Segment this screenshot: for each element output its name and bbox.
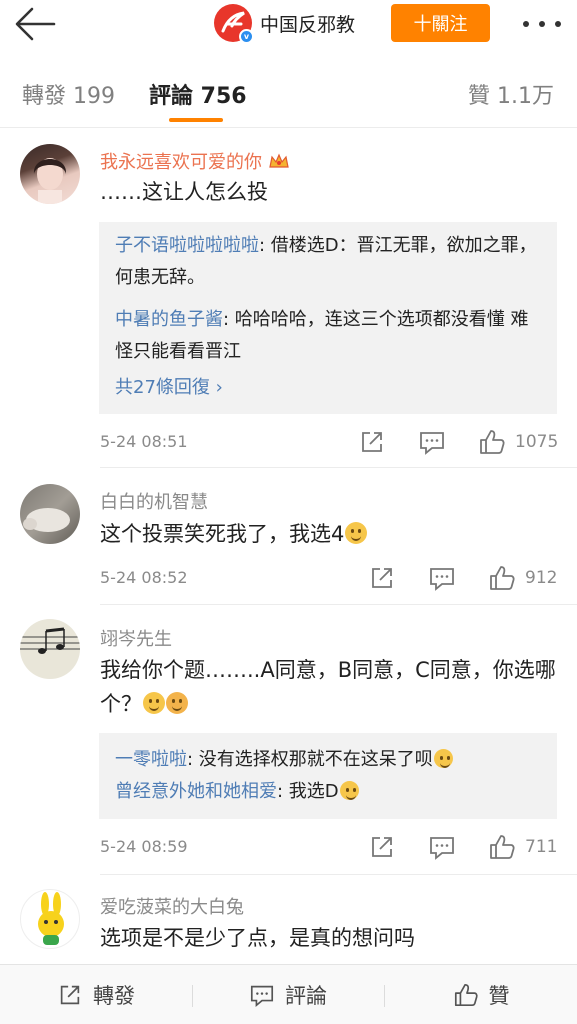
account-name: 中国反邪教 bbox=[260, 13, 356, 36]
comment-time: 5-24 08:59 bbox=[100, 837, 188, 856]
reply-box[interactable]: 子不语啦啦啦啦啦: 借楼选D：晋江无罪，欲加之罪，何患无辞。 中暑的鱼子酱: 哈… bbox=[99, 222, 557, 414]
comment-item: 翊岑先生 我给你个题……..A同意，B同意，C同意，你选哪个？ 一零啦啦: 没有… bbox=[0, 605, 577, 875]
repost-label: 轉發 bbox=[93, 984, 135, 1008]
like-count: 711 bbox=[525, 837, 558, 857]
avatar[interactable] bbox=[20, 889, 80, 949]
follow-button[interactable]: 十關注 bbox=[391, 4, 490, 42]
repost-icon bbox=[60, 985, 80, 1005]
share-icon[interactable] bbox=[368, 564, 396, 592]
doge-emoji-icon bbox=[166, 692, 188, 714]
comment-text: 选项是不是少了点，是真的想问吗 bbox=[100, 926, 415, 950]
view-all-replies-link[interactable]: 共27條回復 › bbox=[115, 372, 541, 404]
tab-reposts[interactable]: 轉發 199 bbox=[22, 78, 115, 110]
avatar-image bbox=[23, 508, 70, 532]
like-thumb-icon[interactable] bbox=[488, 564, 516, 592]
reply-item: 中暑的鱼子酱: 哈哈哈哈，连这三个选项都没看懂 难怪只能看看晋江 bbox=[115, 304, 541, 368]
comment-text: 我给你个题……..A同意，B同意，C同意，你选哪个？ bbox=[100, 658, 556, 716]
tab-comments[interactable]: 評論 756 bbox=[149, 78, 247, 110]
comment-item: 白白的机智慧 这个投票笑死我了，我选4 5-24 08:52 912 bbox=[0, 468, 577, 605]
commenter-name[interactable]: 我永远喜欢可爱的你 bbox=[100, 148, 290, 174]
comment-button[interactable]: 評論 bbox=[192, 965, 384, 1024]
share-icon[interactable] bbox=[368, 833, 396, 861]
bottom-action-bar: 轉發 評論 贊 bbox=[0, 964, 577, 1024]
top-bar: v 中国反邪教 十關注 bbox=[0, 0, 577, 52]
sweat-smile-emoji-icon bbox=[143, 692, 165, 714]
comment-time: 5-24 08:52 bbox=[100, 568, 188, 587]
share-icon[interactable] bbox=[358, 428, 386, 456]
tab-bar: 轉發 199 評論 756 贊 1.1万 bbox=[0, 58, 577, 128]
like-thumb-icon[interactable] bbox=[488, 833, 516, 861]
avatar[interactable] bbox=[20, 619, 80, 679]
comment-text: 这个投票笑死我了，我选4 bbox=[100, 517, 560, 551]
commenter-name[interactable]: 爱吃菠菜的大白兔 bbox=[100, 893, 244, 919]
active-tab-indicator bbox=[169, 118, 223, 122]
tab-likes[interactable]: 贊 1.1万 bbox=[468, 78, 554, 110]
grin-emoji-icon bbox=[433, 749, 453, 768]
reply-item: 曾经意外她和她相爱: 我选D bbox=[115, 776, 541, 808]
reply-author[interactable]: 中暑的鱼子酱 bbox=[115, 309, 223, 330]
comment-icon bbox=[250, 985, 274, 1007]
avatar[interactable] bbox=[20, 144, 80, 204]
reply-box[interactable]: 一零啦啦: 没有选择权那就不在这呆了呗 曾经意外她和她相爱: 我选D bbox=[99, 733, 557, 819]
comment-meta: 5-24 08:51 1075 bbox=[100, 428, 560, 458]
commenter-name[interactable]: 白白的机智慧 bbox=[100, 488, 208, 514]
vip-crown-icon bbox=[269, 153, 289, 168]
reply-item: 子不语啦啦啦啦啦: 借楼选D：晋江无罪，欲加之罪，何患无辞。 bbox=[115, 230, 541, 294]
verified-badge-icon: v bbox=[239, 29, 254, 44]
comment-item: 我永远喜欢可爱的你 ……这让人怎么投 子不语啦啦啦啦啦: 借楼选D：晋江无罪，欲… bbox=[0, 128, 577, 468]
reply-text: : 我选D bbox=[277, 781, 339, 802]
more-options-icon[interactable] bbox=[520, 12, 564, 36]
like-count: 1075 bbox=[515, 432, 559, 452]
like-button[interactable]: 贊 bbox=[385, 965, 577, 1024]
like-count: 912 bbox=[525, 568, 558, 588]
reply-comment-icon[interactable] bbox=[428, 564, 456, 592]
comment-item: 爱吃菠菜的大白兔 选项是不是少了点，是真的想问吗 bbox=[0, 875, 577, 964]
like-thumb-icon[interactable] bbox=[478, 428, 506, 456]
like-label: 贊 bbox=[488, 984, 510, 1008]
commenter-name[interactable]: 翊岑先生 bbox=[100, 625, 172, 651]
avatar-image bbox=[20, 627, 80, 654]
avatar-image bbox=[38, 892, 64, 945]
avatar-image bbox=[33, 158, 67, 204]
reply-comment-icon[interactable] bbox=[428, 833, 456, 861]
reply-item: 一零啦啦: 没有选择权那就不在这呆了呗 bbox=[115, 744, 541, 776]
comment-time: 5-24 08:51 bbox=[100, 432, 188, 451]
like-icon bbox=[454, 983, 478, 1007]
reply-comment-icon[interactable] bbox=[418, 428, 446, 456]
account-header[interactable]: v 中国反邪教 bbox=[214, 4, 356, 44]
smile-emoji-icon bbox=[339, 781, 359, 800]
smile-emoji-icon bbox=[345, 522, 368, 544]
reply-author[interactable]: 子不语啦啦啦啦啦 bbox=[115, 235, 259, 256]
comment-text: ……这让人怎么投 bbox=[100, 180, 268, 204]
reply-author[interactable]: 一零啦啦 bbox=[115, 749, 187, 770]
repost-button[interactable]: 轉發 bbox=[0, 965, 192, 1024]
comment-label: 評論 bbox=[285, 984, 327, 1008]
back-arrow-icon[interactable] bbox=[14, 6, 56, 42]
comment-meta: 5-24 08:52 912 bbox=[100, 564, 560, 594]
comment-meta: 5-24 08:59 711 bbox=[100, 833, 560, 863]
reply-text: : 没有选择权那就不在这呆了呗 bbox=[187, 749, 433, 770]
avatar[interactable] bbox=[20, 484, 80, 544]
account-logo: v bbox=[214, 4, 254, 44]
reply-author[interactable]: 曾经意外她和她相爱 bbox=[115, 781, 277, 802]
